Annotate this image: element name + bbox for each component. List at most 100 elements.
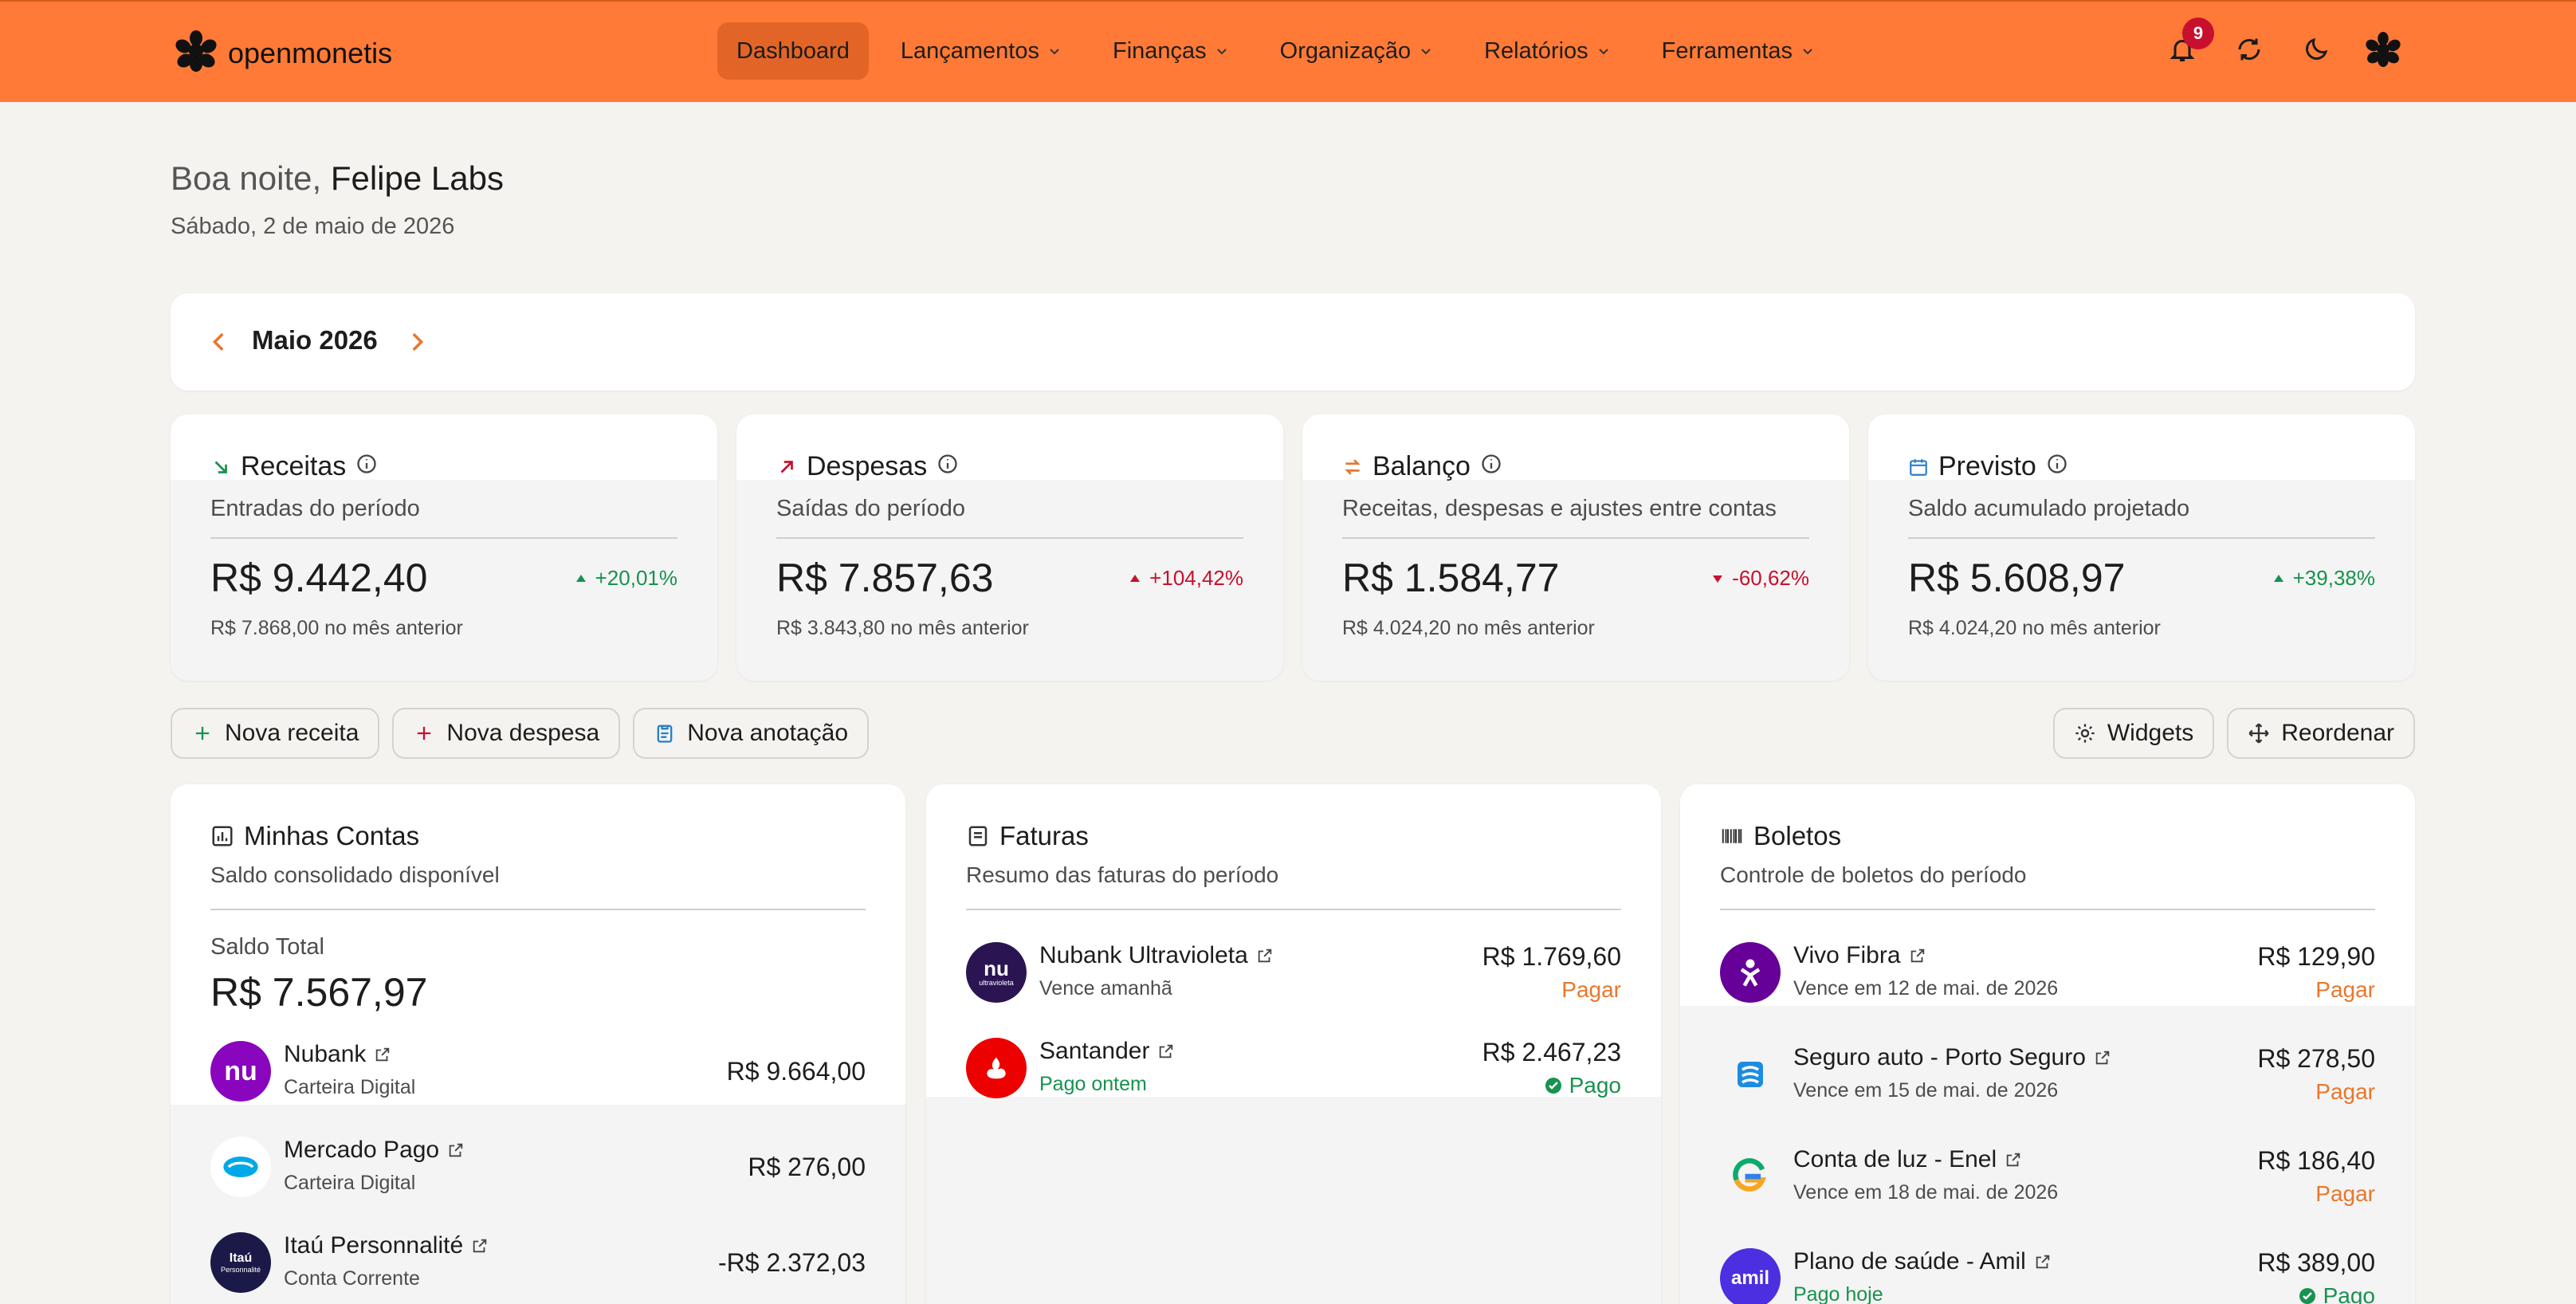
widgets-button[interactable]: Widgets bbox=[2052, 708, 2215, 759]
refresh-icon bbox=[2238, 38, 2260, 61]
invoice-status: Pago ontem bbox=[1039, 1073, 1147, 1095]
info-icon[interactable] bbox=[355, 451, 378, 482]
nav-organizacao[interactable]: Organização bbox=[1261, 22, 1452, 80]
card-title-text: Previsto bbox=[1938, 451, 2036, 481]
account-name: Mercado Pago bbox=[284, 1137, 465, 1164]
card-delta: -60,62% bbox=[1711, 566, 1809, 591]
pago-status: Pago bbox=[2298, 1283, 2375, 1304]
panel-title-text: Boletos bbox=[1753, 821, 1842, 850]
panel-faturas: Faturas Resumo das faturas do período nu… bbox=[926, 784, 1661, 1304]
refresh-button[interactable] bbox=[2232, 32, 2267, 67]
user-menu[interactable] bbox=[2366, 32, 2401, 67]
nav-ferramentas[interactable]: Ferramentas bbox=[1643, 22, 1834, 80]
account-amount: -R$ 2.372,03 bbox=[717, 1248, 866, 1277]
nav-lancamentos[interactable]: Lançamentos bbox=[882, 22, 1081, 80]
external-link-icon[interactable] bbox=[1157, 1043, 1175, 1060]
nav-relatorios[interactable]: Relatórios bbox=[1465, 22, 1630, 80]
card-delta-text: +20,01% bbox=[595, 566, 677, 590]
logo-text: amil bbox=[1730, 1267, 1770, 1289]
boleto-name: Plano de saúde - Amil bbox=[1793, 1248, 2052, 1275]
nav-financas[interactable]: Finanças bbox=[1094, 22, 1248, 80]
external-link-icon[interactable] bbox=[1909, 947, 1926, 964]
invoice-amount: R$ 1.769,60 bbox=[1482, 942, 1621, 971]
nav-dashboard[interactable]: Dashboard bbox=[717, 22, 869, 80]
total-label: Saldo Total bbox=[210, 934, 324, 960]
external-link-icon[interactable] bbox=[2005, 1151, 2022, 1168]
document-icon bbox=[968, 826, 988, 846]
triangle-down-icon bbox=[1713, 575, 1723, 583]
invoice-name-text: Nubank Ultravioleta bbox=[1039, 942, 1248, 968]
nav-label: Finanças bbox=[1113, 37, 1207, 64]
chevron-left-icon[interactable] bbox=[206, 328, 233, 355]
boleto-row[interactable]: Vivo Fibra Vence em 12 de mai. de 2026 R… bbox=[1720, 933, 2375, 1012]
boleto-amount: R$ 186,40 bbox=[2257, 1146, 2375, 1175]
card-delta: +104,42% bbox=[1129, 566, 1243, 591]
triangle-up-icon bbox=[1130, 574, 1141, 582]
panel-title-text: Faturas bbox=[999, 821, 1089, 850]
nova-despesa-button[interactable]: Nova despesa bbox=[392, 708, 621, 759]
pagar-button[interactable]: Pagar bbox=[1561, 977, 1621, 1003]
chevron-down-icon bbox=[1421, 49, 1431, 55]
panel-title-text: Minhas Contas bbox=[244, 821, 420, 850]
main-nav: Dashboard Lançamentos Finanças Organizaç… bbox=[717, 22, 1834, 80]
plus-icon bbox=[195, 726, 210, 740]
account-row[interactable]: Mercado Pago Carteira Digital R$ 276,00 bbox=[210, 1127, 866, 1207]
invoice-row[interactable]: nu ultravioleta Nubank Ultravioleta Vence… bbox=[966, 933, 1621, 1012]
info-icon[interactable] bbox=[2046, 451, 2068, 482]
account-row[interactable]: nu Nubank Carteira Digital R$ 9.664,00 bbox=[210, 1031, 866, 1111]
account-name: Nubank bbox=[284, 1041, 391, 1068]
invoice-row[interactable]: Santander Pago ontem R$ 2.467,23 Pago bbox=[966, 1028, 1621, 1108]
month-label: Maio 2026 bbox=[252, 325, 378, 355]
moon-icon bbox=[2306, 37, 2328, 60]
panel-minhas-contas: Minhas Contas Saldo consolidado disponív… bbox=[171, 784, 905, 1304]
brand-name: openmonetis bbox=[228, 36, 393, 69]
external-link-icon[interactable] bbox=[471, 1237, 489, 1255]
boleto-row[interactable]: Seguro auto - Porto Seguro Vence em 15 d… bbox=[1720, 1035, 2375, 1114]
boleto-due: Vence em 15 de mai. de 2026 bbox=[1793, 1079, 2059, 1102]
card-despesas: Despesas Saídas do período R$ 7.857,63 +… bbox=[736, 414, 1283, 681]
reordenar-button[interactable]: Reordenar bbox=[2227, 708, 2415, 759]
pagar-button[interactable]: Pagar bbox=[2315, 1079, 2375, 1105]
chevron-right-icon[interactable] bbox=[403, 328, 430, 355]
brand[interactable]: openmonetis bbox=[175, 30, 392, 76]
external-link-icon[interactable] bbox=[1256, 947, 1274, 964]
chevron-down-icon bbox=[1803, 49, 1812, 55]
card-subtitle: Receitas, despesas e ajustes entre conta… bbox=[1342, 496, 1777, 521]
card-previous: R$ 7.868,00 no mês anterior bbox=[210, 617, 463, 639]
external-link-icon[interactable] bbox=[447, 1141, 465, 1159]
account-row[interactable]: Itaú Personnalité Itaú Personnalité Conta… bbox=[210, 1223, 866, 1302]
notifications-button[interactable]: 9 bbox=[2165, 18, 2214, 67]
boleto-name-text: Seguro auto - Porto Seguro bbox=[1793, 1044, 2086, 1070]
arrow-up-right-icon bbox=[780, 460, 793, 473]
theme-toggle[interactable] bbox=[2299, 32, 2334, 67]
button-label: Nova despesa bbox=[446, 720, 600, 746]
summary-cards: Receitas Entradas do período R$ 9.442,40… bbox=[171, 414, 2415, 681]
nova-receita-button[interactable]: Nova receita bbox=[171, 708, 380, 759]
card-previous: R$ 4.024,20 no mês anterior bbox=[1908, 617, 2161, 639]
button-label: Widgets bbox=[2107, 720, 2194, 746]
invoice-name: Nubank Ultravioleta bbox=[1039, 942, 1274, 969]
pago-status: Pago bbox=[1544, 1073, 1621, 1098]
button-label: Nova receita bbox=[225, 720, 359, 746]
external-link-icon[interactable] bbox=[374, 1046, 391, 1063]
boleto-row[interactable]: Conta de luz - Enel Vence em 18 de mai. … bbox=[1720, 1137, 2375, 1216]
boleto-name-text: Plano de saúde - Amil bbox=[1793, 1248, 2026, 1275]
info-icon[interactable] bbox=[937, 451, 959, 482]
card-title-text: Despesas bbox=[807, 451, 928, 481]
top-navigation-bar: openmonetis Dashboard Lançamentos Finanç… bbox=[0, 0, 2576, 102]
external-link-icon[interactable] bbox=[2094, 1049, 2111, 1066]
info-icon[interactable] bbox=[1480, 451, 1502, 482]
pagar-button[interactable]: Pagar bbox=[2315, 977, 2375, 1003]
card-previsto: Previsto Saldo acumulado projetado R$ 5.… bbox=[1868, 414, 2415, 681]
external-link-icon[interactable] bbox=[2034, 1253, 2052, 1271]
nova-anotacao-button[interactable]: Nova anotação bbox=[633, 708, 870, 759]
logo-text: Itaú bbox=[229, 1251, 253, 1265]
card-delta-text: +39,38% bbox=[2292, 566, 2375, 590]
account-type: Carteira Digital bbox=[284, 1076, 416, 1098]
porto-seguro-logo bbox=[1720, 1044, 1781, 1105]
card-subtitle: Entradas do período bbox=[210, 496, 420, 521]
nav-label: Dashboard bbox=[736, 37, 850, 64]
account-amount: R$ 9.664,00 bbox=[726, 1057, 866, 1086]
boleto-row[interactable]: amil Plano de saúde - Amil Pago hoje R$ … bbox=[1720, 1239, 2375, 1304]
pagar-button[interactable]: Pagar bbox=[2315, 1181, 2375, 1207]
